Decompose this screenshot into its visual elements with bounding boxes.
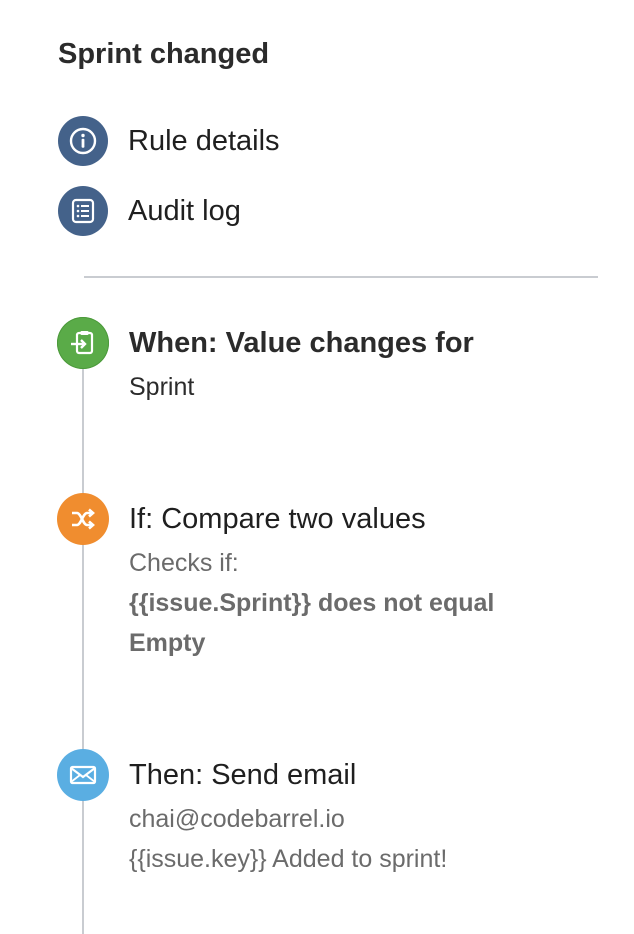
trigger-field: Sprint xyxy=(129,373,195,401)
condition-expression: {{issue.Sprint}} does not equal Empty xyxy=(129,589,495,657)
shuffle-icon[interactable] xyxy=(57,493,109,545)
trigger-heading: When: Value changes for xyxy=(129,327,474,359)
menu-item-audit-log[interactable]: Audit log xyxy=(58,186,241,236)
condition-intro: Checks if: xyxy=(129,549,239,577)
menu-item-label: Audit log xyxy=(128,195,241,227)
timeline-connector xyxy=(82,340,84,934)
trigger-step[interactable]: When: Value changes for Sprint xyxy=(129,325,599,407)
email-recipient: chai@codebarrel.io xyxy=(129,805,345,833)
menu-item-label: Rule details xyxy=(128,125,280,157)
divider xyxy=(84,276,598,278)
list-icon xyxy=(58,186,108,236)
envelope-icon[interactable] xyxy=(57,749,109,801)
action-step[interactable]: Then: Send email chai@codebarrel.io {{is… xyxy=(129,757,599,879)
menu-item-rule-details[interactable]: Rule details xyxy=(58,116,280,166)
info-icon xyxy=(58,116,108,166)
condition-heading: If: Compare two values xyxy=(129,503,426,535)
condition-step[interactable]: If: Compare two values Checks if: {{issu… xyxy=(129,501,599,663)
rule-title: Sprint changed xyxy=(58,38,270,70)
email-subject: {{issue.key}} Added to sprint! xyxy=(129,845,448,873)
action-heading: Then: Send email xyxy=(129,759,357,791)
trigger-icon[interactable] xyxy=(57,317,109,369)
